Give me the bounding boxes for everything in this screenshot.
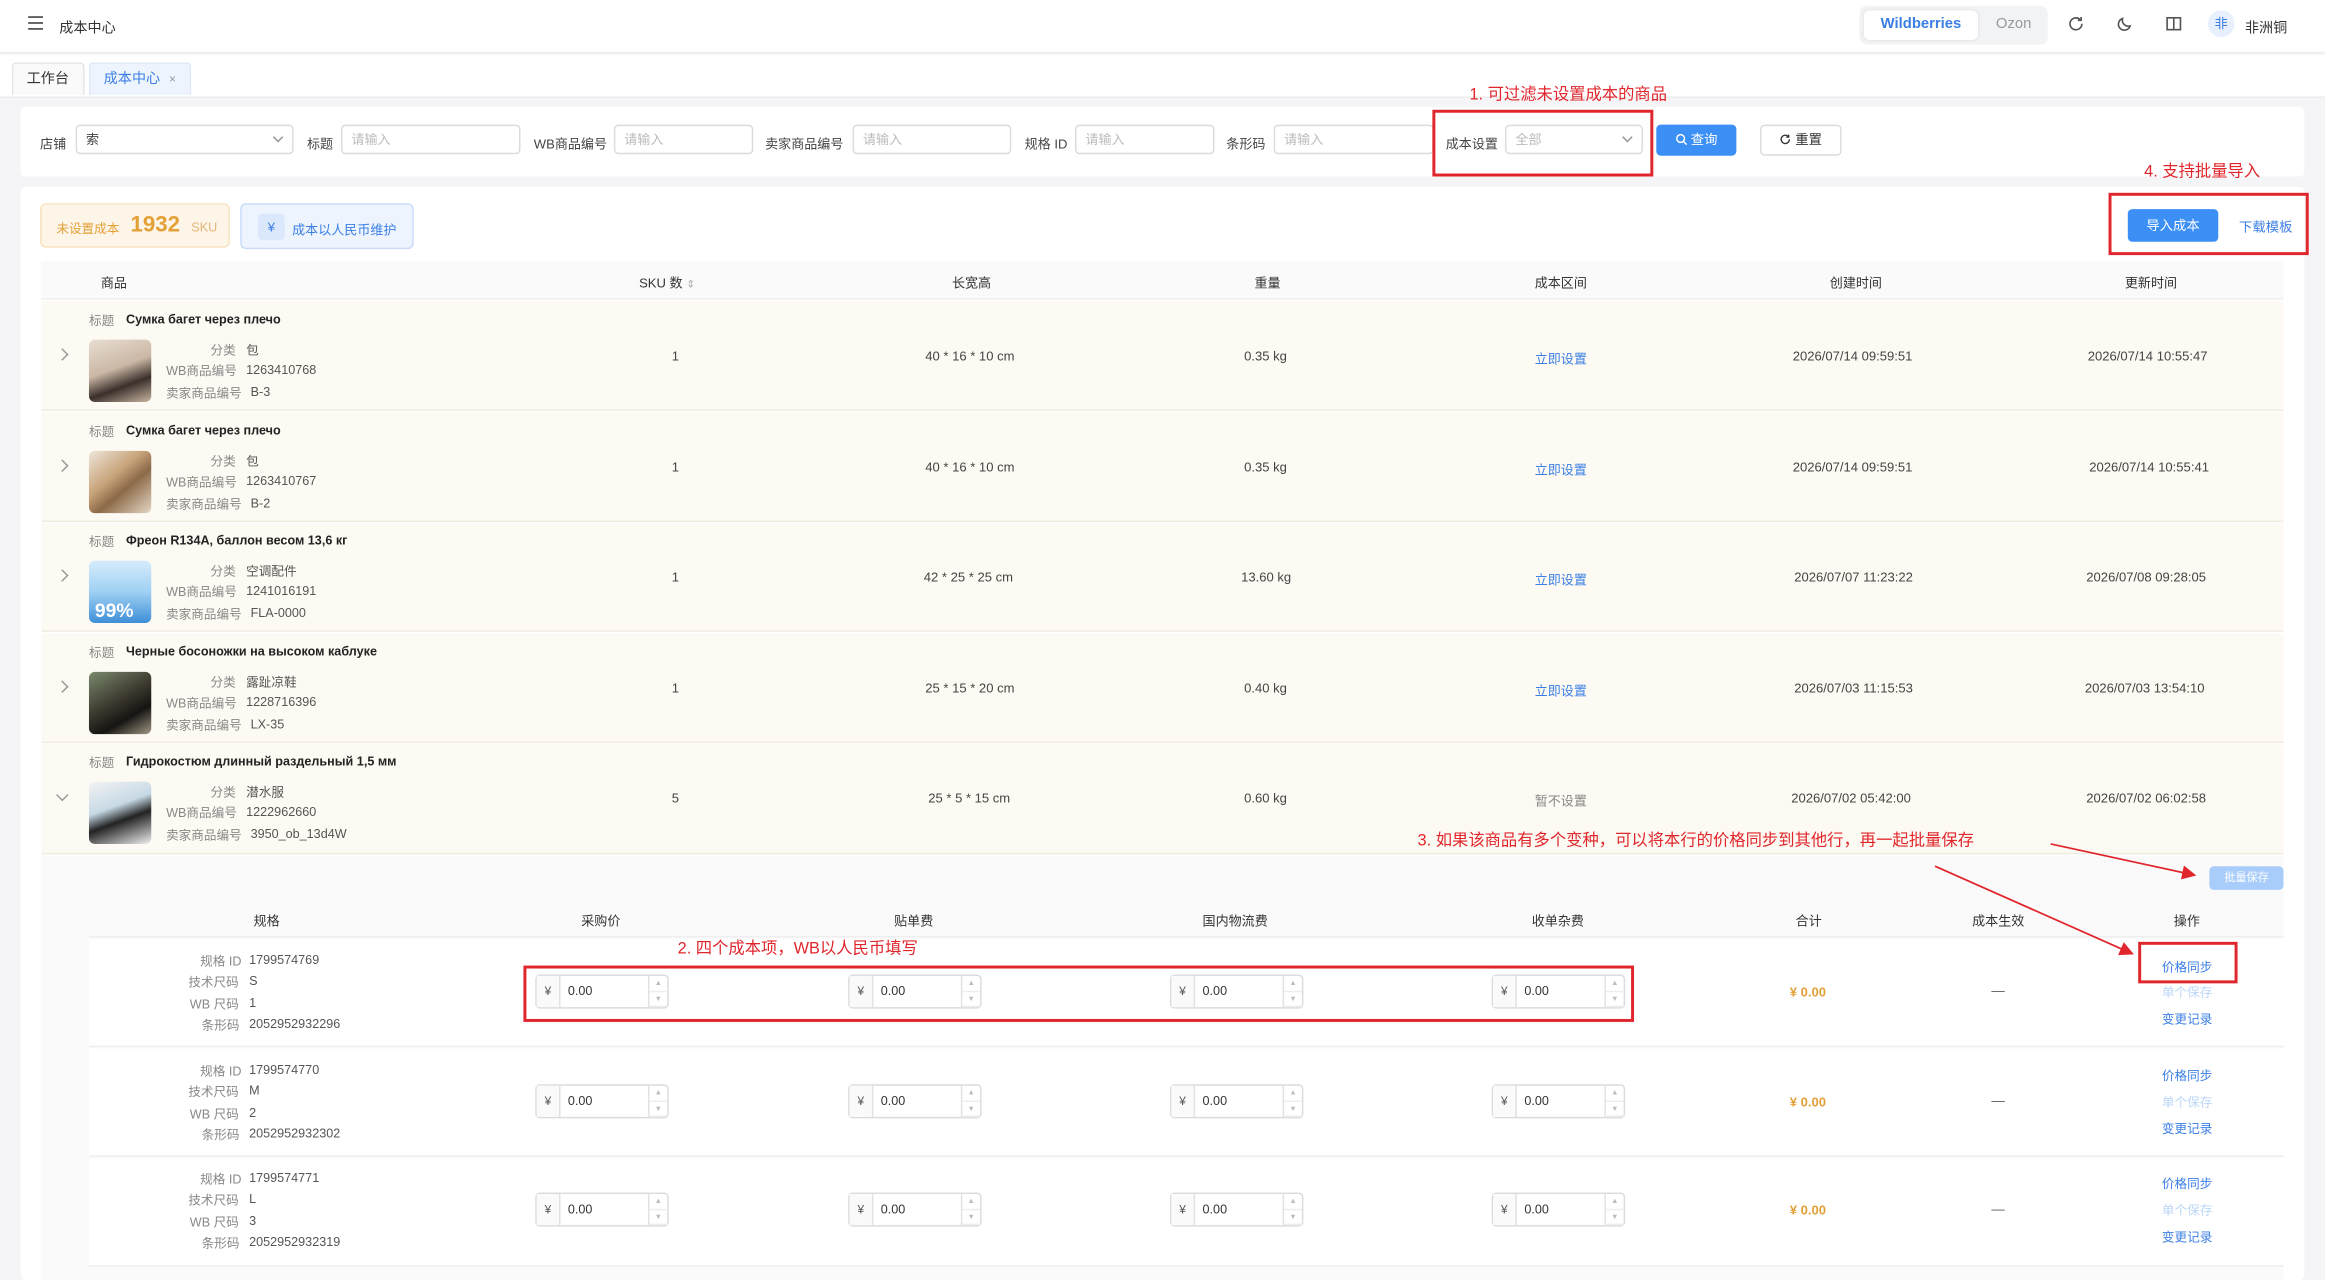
page: 成本中心 Wildberries Ozon 非 非洲铜 工作台 成本中心 × 店铺… — [0, 0, 2325, 1280]
annotation-arrows — [1934, 843, 2197, 956]
